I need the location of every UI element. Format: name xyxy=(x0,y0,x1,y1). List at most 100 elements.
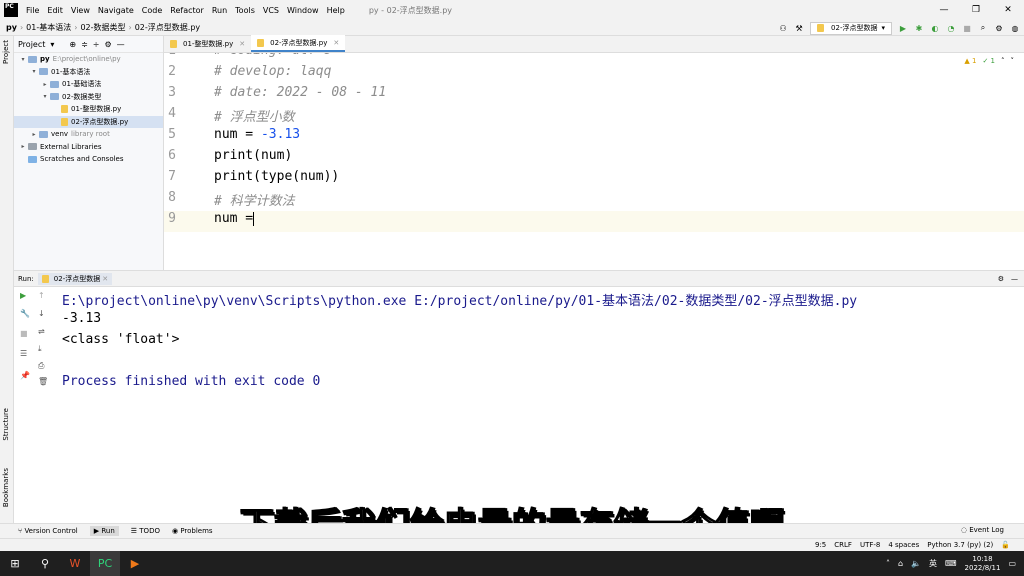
logo-icon[interactable]: ◍ xyxy=(1010,23,1020,33)
hammer-icon[interactable]: ⚒ xyxy=(794,23,804,33)
volume-icon[interactable]: 🔈 xyxy=(911,559,921,568)
search-icon[interactable]: ⚲ xyxy=(30,551,60,576)
project-tree-item[interactable]: ▾ 02-数据类型 xyxy=(14,91,163,104)
stop-icon[interactable]: ■ xyxy=(20,329,28,338)
settings-icon[interactable]: ⚙ xyxy=(994,23,1004,33)
down-icon[interactable]: ↓ xyxy=(38,309,45,318)
ime-indicator[interactable]: 英 xyxy=(929,558,937,569)
layout-icon[interactable]: ☰ xyxy=(20,349,27,358)
collapse-icon[interactable]: ≑ xyxy=(81,40,88,49)
breadcrumb-item[interactable]: py xyxy=(6,23,17,32)
gear-icon[interactable]: ⚙ xyxy=(105,40,112,49)
profile-icon[interactable]: ◔ xyxy=(946,23,956,33)
file-encoding[interactable]: UTF-8 xyxy=(860,541,880,549)
stop-icon[interactable]: ■ xyxy=(962,23,972,33)
wps-app-icon[interactable]: W xyxy=(60,551,90,576)
run-config-select[interactable]: 02-浮点型数据 ▾ xyxy=(810,21,892,35)
menu-item-vcs[interactable]: VCS xyxy=(259,6,283,15)
menu-item-help[interactable]: Help xyxy=(323,6,349,15)
project-tree-item[interactable]: ▾ 01-基本语法 xyxy=(14,66,163,79)
close-icon[interactable]: ✕ xyxy=(992,0,1024,20)
run-icon[interactable]: ▶ xyxy=(898,23,908,33)
debug-icon[interactable]: ✱ xyxy=(914,23,924,33)
clock[interactable]: 10:18 2022/8/11 xyxy=(965,555,1001,573)
pycharm-app-icon[interactable]: PC xyxy=(90,551,120,576)
close-icon[interactable]: ✕ xyxy=(239,40,245,48)
code-editor[interactable]: 1 # coding: utf-8 2 # develop: laqq 3 # date:… xyxy=(164,53,1024,270)
version-control-tab[interactable]: ⑂ Version Control xyxy=(18,527,78,535)
project-tree-item[interactable]: 01-整型数据.py xyxy=(14,103,163,116)
user-icon[interactable]: ⚇ xyxy=(778,23,788,33)
editor-tab[interactable]: 02-浮点型数据.py ✕ xyxy=(251,35,346,52)
project-tree-item[interactable]: ▾ py E:\project\online\py xyxy=(14,53,163,66)
network-icon[interactable]: ⌂ xyxy=(898,559,903,568)
interpreter[interactable]: Python 3.7 (py) (2) xyxy=(927,541,993,549)
problems-tab[interactable]: ◉ Problems xyxy=(172,527,213,535)
menu-item-view[interactable]: View xyxy=(67,6,94,15)
chevron-down-icon[interactable]: ▾ xyxy=(50,40,54,49)
coverage-icon[interactable]: ◐ xyxy=(930,23,940,33)
hide-icon[interactable]: — xyxy=(117,40,125,49)
pin-icon[interactable]: 📌 xyxy=(20,371,30,380)
line-separator[interactable]: CRLF xyxy=(834,541,852,549)
close-icon[interactable]: ✕ xyxy=(102,275,108,283)
project-tree-item[interactable]: ▸ External Libraries xyxy=(14,141,163,154)
chevron-down-icon[interactable]: ▾ xyxy=(18,56,28,63)
chevron-down-icon[interactable]: ▾ xyxy=(40,93,50,100)
wrench-icon[interactable]: 🔧 xyxy=(20,309,30,318)
structure-tool-tab[interactable]: Structure xyxy=(2,408,10,441)
up-icon[interactable]: ↑ xyxy=(38,291,45,300)
search-icon[interactable]: ⌕ xyxy=(978,23,988,33)
run-tab[interactable]: 02-浮点型数据 ✕ xyxy=(37,272,113,285)
project-tree-item[interactable]: ▸ venv library root xyxy=(14,128,163,141)
chevron-right-icon[interactable]: ▸ xyxy=(29,131,39,138)
run-console[interactable]: E:\project\online\py\venv\Scripts\python… xyxy=(62,290,1022,522)
project-tree-item[interactable]: 02-浮点型数据.py xyxy=(14,115,163,128)
indent-setting[interactable]: 4 spaces xyxy=(888,541,919,549)
project-tool-tab[interactable]: Project xyxy=(2,40,10,64)
gear-icon[interactable]: ⚙ xyxy=(998,275,1004,283)
minimize-icon[interactable]: — xyxy=(928,0,960,20)
restore-icon[interactable]: ❐ xyxy=(960,0,992,20)
inspection-widget[interactable]: ▲ 1 ✓ 1 ˄ ˅ xyxy=(964,57,1014,65)
chevron-right-icon[interactable]: ▸ xyxy=(18,143,28,150)
breadcrumb-item[interactable]: 02-数据类型 xyxy=(80,22,125,33)
keyboard-icon[interactable]: ⌨ xyxy=(945,559,957,568)
notification-icon[interactable]: ▭ xyxy=(1008,559,1016,568)
breadcrumb-item[interactable]: 01-基本语法 xyxy=(26,22,71,33)
windows-start-icon[interactable]: ⊞ xyxy=(0,551,30,576)
project-header-label[interactable]: Project xyxy=(18,40,45,49)
menu-item-window[interactable]: Window xyxy=(283,6,323,15)
media-player-icon[interactable]: ▶ xyxy=(120,551,150,576)
run-tool-tab[interactable]: ▶ Run xyxy=(89,526,119,536)
menu-item-file[interactable]: File xyxy=(22,6,43,15)
menu-item-refactor[interactable]: Refactor xyxy=(166,6,208,15)
breadcrumb-item[interactable]: 02-浮点型数据.py xyxy=(135,22,200,33)
close-icon[interactable]: ✕ xyxy=(333,39,339,47)
soft-wrap-icon[interactable]: ⇌ xyxy=(38,327,45,336)
project-tree-item[interactable]: ▸ 01-基础语法 xyxy=(14,78,163,91)
menu-item-navigate[interactable]: Navigate xyxy=(94,6,138,15)
print-icon[interactable]: ⎙ xyxy=(38,361,44,371)
editor-tab[interactable]: 01-整型数据.py ✕ xyxy=(164,35,251,52)
lock-icon[interactable]: 🔓 xyxy=(1001,541,1010,549)
chevron-up-icon[interactable]: ˄ xyxy=(1001,57,1005,65)
menu-item-run[interactable]: Run xyxy=(208,6,231,15)
locate-icon[interactable]: ⊕ xyxy=(69,40,76,49)
scroll-end-icon[interactable]: ⤓ xyxy=(38,344,42,354)
project-tree-item[interactable]: Scratches and Consoles xyxy=(14,153,163,166)
chevron-down-icon[interactable]: ˅ xyxy=(1011,57,1015,65)
expand-icon[interactable]: ÷ xyxy=(93,40,100,49)
chevron-up-icon[interactable]: ˄ xyxy=(886,559,890,568)
menu-item-tools[interactable]: Tools xyxy=(231,6,259,15)
todo-tab[interactable]: ☰ TODO xyxy=(131,527,160,535)
cursor-position[interactable]: 9:5 xyxy=(815,541,826,549)
menu-item-code[interactable]: Code xyxy=(138,6,166,15)
chevron-right-icon[interactable]: ▸ xyxy=(40,81,50,88)
hide-icon[interactable]: — xyxy=(1011,275,1018,283)
menu-item-edit[interactable]: Edit xyxy=(43,6,67,15)
chevron-down-icon[interactable]: ▾ xyxy=(29,68,39,75)
trash-icon[interactable]: 🗑 xyxy=(38,377,48,386)
rerun-icon[interactable]: ▶ xyxy=(20,291,26,300)
event-log-tab[interactable]: ◌ Event Log xyxy=(961,526,1004,534)
